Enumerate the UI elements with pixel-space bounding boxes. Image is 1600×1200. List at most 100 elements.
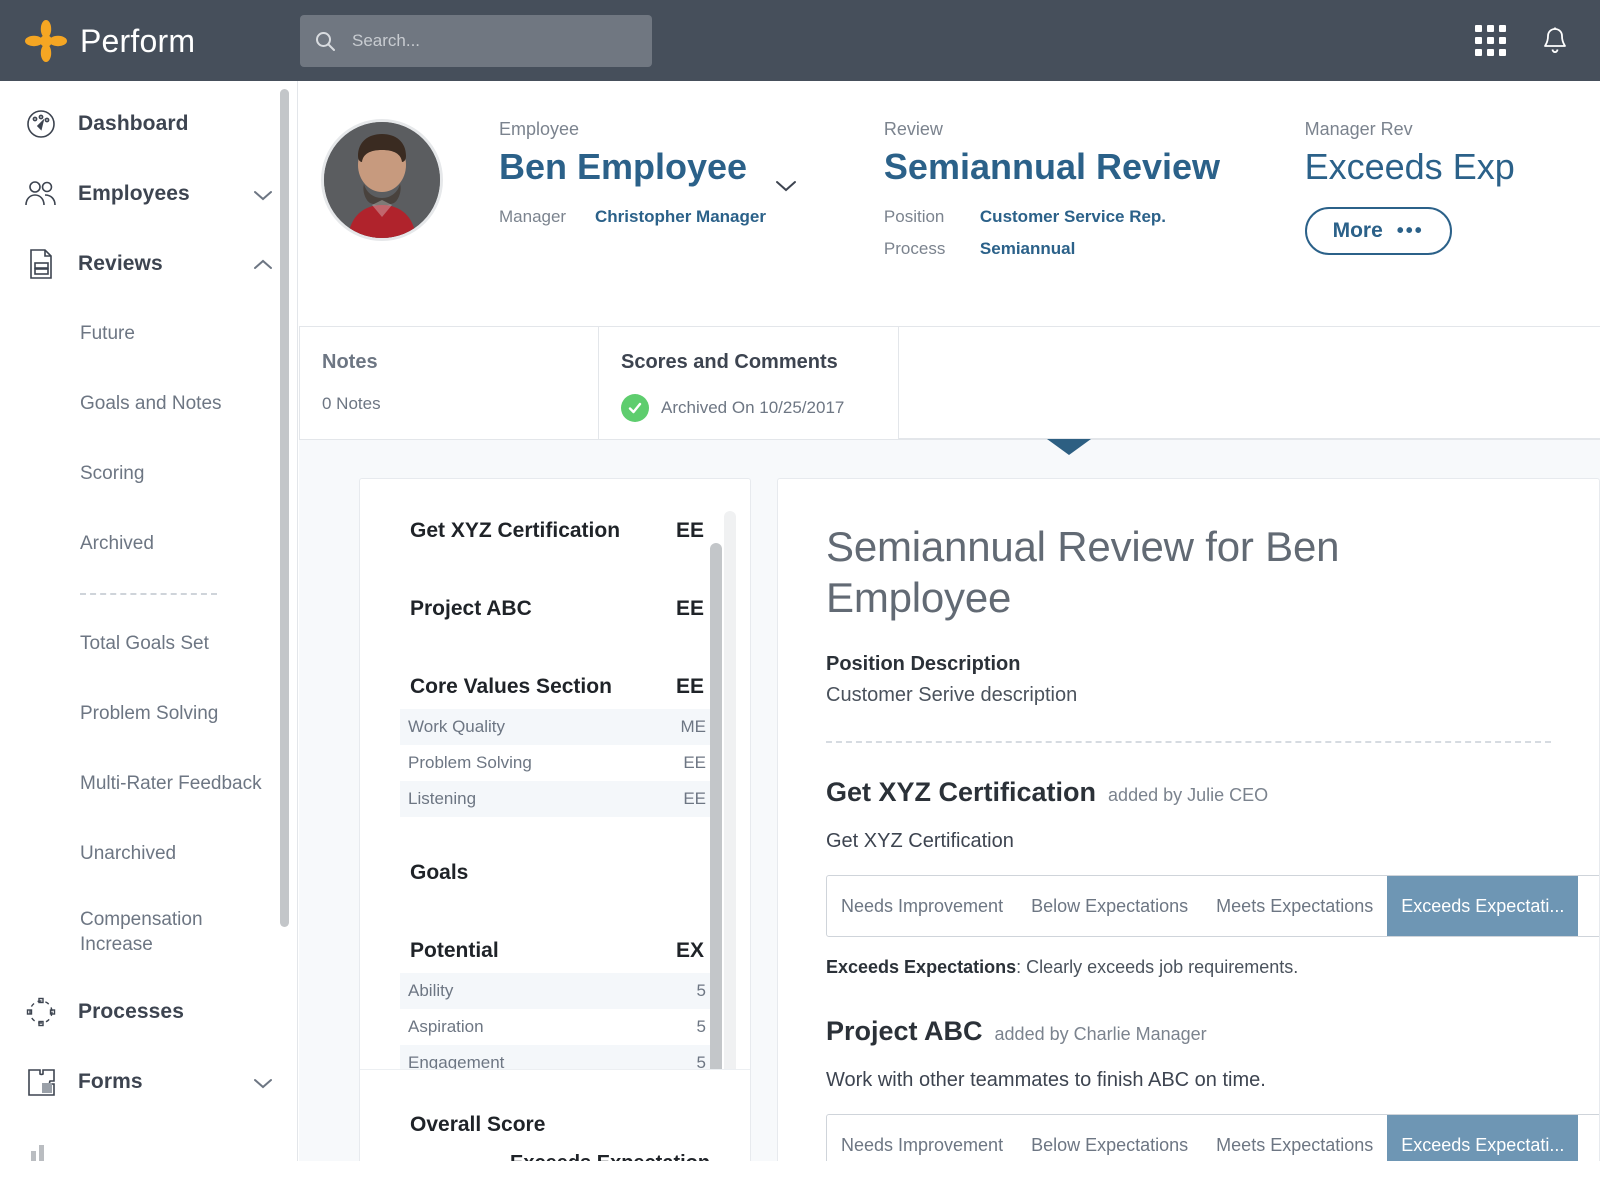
sidebar-item-scoring[interactable]: Scoring: [0, 439, 297, 509]
score-summary-panel: Get XYZ Certification EE Project ABC EE …: [359, 478, 751, 1161]
sidebar-item-dashboard[interactable]: Dashboard: [0, 89, 297, 159]
tab-notes[interactable]: Notes 0 Notes: [299, 327, 599, 439]
score-section-value: EE: [676, 519, 704, 543]
review-item-description: Get XYZ Certification: [826, 830, 1599, 853]
tab-bar-filler: [899, 327, 1600, 439]
score-section-row[interactable]: Core Values Section EE: [410, 665, 704, 709]
employee-name-text: Ben Employee: [499, 146, 747, 187]
search-box[interactable]: [300, 15, 652, 67]
score-section-value: EE: [676, 675, 704, 699]
sidebar-item-forms[interactable]: Forms: [0, 1047, 297, 1117]
employee-meta: Manager Christopher Manager: [499, 207, 884, 227]
process-key: Process: [884, 239, 980, 259]
sidebar-scroll: Dashboard Employees: [0, 81, 297, 1161]
tab-scores-and-comments[interactable]: Scores and Comments Archived On 10/25/20…: [599, 327, 899, 439]
score-item-label: Work Quality: [408, 717, 505, 737]
brand-name: Perform: [80, 25, 195, 57]
manager-review-block: Manager Rev Exceeds Exp More •••: [1305, 119, 1600, 326]
manager-value[interactable]: Christopher Manager: [595, 207, 766, 227]
score-scrollbar-track[interactable]: [724, 511, 736, 1111]
score-scrollbar-thumb[interactable]: [710, 543, 722, 1103]
score-item-value: ME: [681, 717, 707, 737]
score-item-label: Aspiration: [408, 1017, 484, 1037]
review-name: Semiannual Review: [884, 146, 1305, 187]
avatar: [321, 119, 443, 241]
review-item-added-by: added by Julie CEO: [1108, 785, 1268, 806]
sidebar-item-employees[interactable]: Employees: [0, 159, 297, 229]
score-item-label: Problem Solving: [408, 753, 532, 773]
score-section-name: Core Values Section: [410, 675, 612, 699]
sidebar: Dashboard Employees: [0, 81, 298, 1161]
review-kicker: Review: [884, 119, 1305, 140]
score-section-row[interactable]: Project ABC EE: [410, 587, 704, 631]
employee-name[interactable]: Ben Employee: [499, 146, 884, 187]
rating-option-meets-expectations[interactable]: Meets Expectations: [1202, 876, 1387, 936]
sidebar-item-reviews[interactable]: Reviews: [0, 229, 297, 299]
sidebar-scrollbar-thumb[interactable]: [280, 89, 289, 927]
score-section-row[interactable]: Get XYZ Certification EE: [410, 509, 704, 553]
review-document-icon: [22, 245, 60, 283]
grid-apps-icon[interactable]: [1475, 25, 1506, 56]
sidebar-divider: [80, 593, 217, 595]
rating-option-below-expectations[interactable]: Below Expectations: [1017, 876, 1202, 936]
score-section-row[interactable]: Goals: [410, 851, 704, 895]
chevron-up-icon[interactable]: [253, 258, 273, 270]
section-divider: [826, 741, 1551, 743]
sidebar-scrollbar-track[interactable]: [284, 81, 293, 1161]
sidebar-item-label: Employees: [78, 182, 190, 206]
score-item-value: 5: [697, 981, 706, 1001]
notification-bell-icon[interactable]: [1540, 25, 1570, 57]
sidebar-item-multi-rater-feedback[interactable]: Multi-Rater Feedback: [0, 749, 297, 819]
forms-puzzle-icon: [22, 1063, 60, 1101]
chevron-down-icon[interactable]: [253, 188, 273, 200]
score-section-value: EE: [676, 597, 704, 621]
rating-option-exceeds-expectations[interactable]: Exceeds Expectati...: [1387, 876, 1578, 936]
tab-notes-sub: 0 Notes: [322, 394, 598, 414]
rating-option-meets-expectations[interactable]: Meets Expectations: [1202, 1115, 1387, 1161]
topbar-actions: [1475, 25, 1600, 57]
position-description-value: Customer Serive description: [826, 684, 1599, 707]
brand[interactable]: Perform: [0, 19, 300, 63]
sidebar-item-archived[interactable]: Archived: [0, 509, 297, 579]
score-item-row: Work Quality ME: [400, 709, 714, 745]
review-summary-header: Employee Ben Employee Manager Christophe…: [299, 81, 1600, 327]
rating-option-below-expectations[interactable]: Below Expectations: [1017, 1115, 1202, 1161]
tab-scores-sub: Archived On 10/25/2017: [661, 398, 844, 418]
rating-option-exceeds-expectations[interactable]: Exceeds Expectati...: [1387, 1115, 1578, 1161]
rating-option-exceptional[interactable]: Exceptional: [1578, 1115, 1600, 1161]
sidebar-item-problem-solving[interactable]: Problem Solving: [0, 679, 297, 749]
sidebar-item-processes[interactable]: Processes: [0, 977, 297, 1047]
review-item-header: Project ABC added by Charlie Manager: [826, 1016, 1599, 1047]
score-section-row[interactable]: Potential EX: [410, 929, 704, 973]
dashboard-gauge-icon: [22, 105, 60, 143]
rating-option-exceptional[interactable]: Exceptional: [1578, 876, 1600, 936]
rating-option-needs-improvement[interactable]: Needs Improvement: [827, 1115, 1017, 1161]
rating-option-needs-improvement[interactable]: Needs Improvement: [827, 876, 1017, 936]
sidebar-item-future[interactable]: Future: [0, 299, 297, 369]
top-bar: Perform: [0, 0, 1600, 81]
review-block: Review Semiannual Review Position Custom…: [884, 119, 1305, 326]
sidebar-item-label: Processes: [78, 1000, 184, 1024]
perform-logo-icon: [24, 19, 68, 63]
process-value[interactable]: Semiannual: [980, 239, 1075, 259]
chevron-down-icon[interactable]: [253, 1076, 273, 1088]
more-button[interactable]: More •••: [1305, 207, 1452, 255]
employee-kicker: Employee: [499, 119, 884, 140]
overall-score-value: Exceeds Expectation: [510, 1152, 710, 1161]
review-detail-inner: Semiannual Review for Ben Employee Posit…: [778, 479, 1599, 1161]
sidebar-item-unarchived[interactable]: Unarchived: [0, 819, 297, 889]
chevron-down-icon[interactable]: [775, 160, 797, 174]
sidebar-item-total-goals-set[interactable]: Total Goals Set: [0, 609, 297, 679]
check-circle-icon: [621, 394, 649, 422]
sidebar-item-partial-next[interactable]: [0, 1117, 297, 1161]
sidebar-item-label: Dashboard: [78, 112, 189, 136]
search-icon: [314, 30, 336, 52]
people-icon: [22, 175, 60, 213]
employee-block: Employee Ben Employee Manager Christophe…: [499, 119, 884, 326]
position-value[interactable]: Customer Service Rep.: [980, 207, 1166, 227]
search-input[interactable]: [352, 31, 632, 51]
sidebar-item-goals-and-notes[interactable]: Goals and Notes: [0, 369, 297, 439]
sidebar-item-compensation-increase[interactable]: Compensation Increase: [0, 889, 297, 977]
score-item-row: Listening EE: [400, 781, 714, 817]
score-item-row: Aspiration 5: [400, 1009, 714, 1045]
